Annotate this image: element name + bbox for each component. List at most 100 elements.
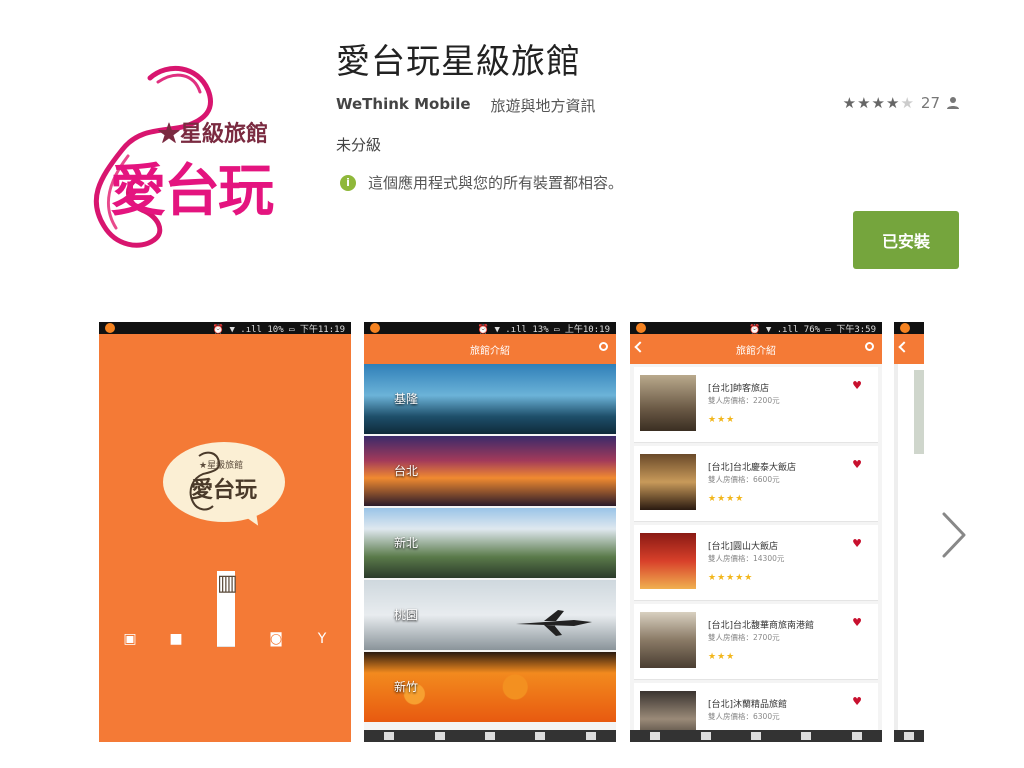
hotel-price: 雙人房價格：2700元: [708, 633, 780, 642]
heart-icon: ♥: [852, 695, 862, 708]
bottom-nav: [364, 730, 616, 742]
hotel-price: 雙人房價格：14300元: [708, 554, 785, 563]
status-bar: [894, 322, 924, 334]
heart-icon: ♥: [852, 616, 862, 629]
info-icon: i: [340, 174, 356, 191]
app-bar: [894, 334, 924, 364]
back-icon: [634, 341, 646, 353]
screenshot-partial[interactable]: [894, 322, 924, 742]
installed-button[interactable]: 已安裝: [853, 211, 959, 269]
cocktail-icon: Y: [317, 631, 327, 647]
status-text: ⏰ ▼ .ıll 13% ▭ 上午10:19: [477, 324, 610, 335]
hotel-thumbnail: [640, 454, 696, 510]
hotel-thumbnail: [640, 375, 696, 431]
region-label: 新竹: [394, 680, 419, 694]
more-icon: [585, 732, 596, 740]
compatibility-notice: i 這個應用程式與您的所有裝置都相容。: [340, 172, 623, 193]
app-bar: 旅館介紹: [630, 334, 882, 364]
more-icon: [851, 732, 862, 740]
search-icon: [865, 342, 874, 351]
region-tile: 台北: [364, 436, 616, 506]
hotel-name: [台北]帥客旅店: [708, 384, 770, 394]
chevron-right-icon[interactable]: [940, 510, 968, 560]
hotel-list-item: [台北]帥客旅店 雙人房價格：2200元 ★★★ ♥: [634, 367, 878, 443]
hotel-stars: ★★★★: [708, 494, 745, 504]
hotel-name: [台北]台北慶泰大飯店: [708, 463, 797, 473]
hotel-photo: [914, 370, 924, 454]
app-logo: ★星級旅館 愛台玩: [58, 60, 308, 256]
category-link[interactable]: 旅遊與地方資訊: [491, 95, 596, 116]
bubble-subtitle: ★星級旅館: [199, 461, 244, 471]
splash-icon-row: ▣ ■ ▥ ◙ Y: [121, 568, 331, 647]
rating-stars-filled: ★★★★: [842, 94, 901, 112]
logo-subtitle: ★星級旅館: [158, 121, 269, 147]
notification-icon: [636, 323, 646, 333]
region-tile: 新竹: [364, 652, 616, 722]
region-label: 台北: [394, 464, 419, 478]
hotel-price: 雙人房價格：2200元: [708, 396, 780, 405]
compatibility-text: 這個應用程式與您的所有裝置都相容。: [368, 174, 624, 192]
home-icon: [384, 732, 395, 740]
screenshot-regions[interactable]: ⏰ ▼ .ıll 13% ▭ 上午10:19 旅館介紹 基隆 台北 新北 桃園 …: [364, 322, 616, 742]
logo-title: 愛台玩: [110, 159, 274, 224]
region-tile: 新北: [364, 508, 616, 578]
region-tile: 桃園: [364, 580, 616, 650]
region-label: 桃園: [394, 608, 419, 622]
notification-icon: [105, 323, 115, 333]
notification-icon: [900, 323, 910, 333]
rating-stars-empty: ★: [900, 94, 915, 112]
hotel-name: [台北]沐蘭精品旅館: [708, 700, 788, 710]
hotel-stars: ★★★: [708, 415, 736, 425]
status-text: ⏰ ▼ .ıll 10% ▭ 下午11:19: [212, 324, 345, 335]
hotel-list-item: [台北]台北馥華商旅南港館 雙人房價格：2700元 ★★★ ♥: [634, 604, 878, 680]
hotel-stars: ★★★★★: [708, 573, 754, 583]
content-rating: 未分級: [336, 136, 382, 154]
rating-summary: ★★★★★ 27: [843, 94, 960, 112]
bubble-title: 愛台玩: [191, 478, 258, 503]
food-icon: ▣: [123, 631, 137, 647]
hotel-thumbnail: [640, 612, 696, 668]
home-icon: [650, 732, 661, 740]
developer-link[interactable]: WeThink Mobile: [336, 95, 471, 116]
region-label: 基隆: [394, 392, 419, 406]
airplane-icon: [516, 610, 592, 636]
screenshot-hotel-list[interactable]: ⏰ ▼ .ıll 76% ▭ 下午3:59 旅館介紹 [台北]帥客旅店 雙人房價…: [630, 322, 882, 742]
status-bar: ⏰ ▼ .ıll 10% ▭ 下午11:19: [99, 322, 351, 335]
heart-icon: ♥: [852, 537, 862, 550]
heart-icon: ♥: [852, 458, 862, 471]
notification-icon: [370, 323, 380, 333]
hotel-stars: ★★★: [708, 652, 736, 662]
camera-icon: ◙: [269, 631, 283, 647]
status-text: ⏰ ▼ .ıll 76% ▭ 下午3:59: [749, 324, 876, 335]
screenshot-splash[interactable]: ⏰ ▼ .ıll 10% ▭ 下午11:19 ★星級旅館 愛台玩 ▣ ■ ▥ ◙…: [99, 322, 351, 742]
app-bar-title: 旅館介紹: [736, 345, 776, 357]
bottom-nav: [894, 730, 924, 742]
app-title: 愛台玩星級旅館: [336, 42, 581, 82]
rating-count: 27: [920, 94, 940, 112]
heart-icon: ♥: [852, 379, 862, 392]
hotel-list-item: [台北]台北慶泰大飯店 雙人房價格：6600元 ★★★★ ♥: [634, 446, 878, 522]
status-bar: ⏰ ▼ .ıll 13% ▭ 上午10:19: [364, 322, 616, 335]
list-icon: [750, 732, 761, 740]
region-label: 新北: [394, 536, 419, 550]
luggage-icon: ■: [169, 631, 183, 647]
back-icon: [898, 341, 910, 353]
person-icon: [535, 732, 546, 740]
speech-bubble-logo: ★星級旅館 愛台玩: [163, 442, 285, 522]
hotel-name: [台北]圓山大飯店: [708, 542, 779, 552]
hotel-price: 雙人房價格：6300元: [708, 712, 780, 721]
hotel-list-item: [台北]圓山大飯店 雙人房價格：14300元 ★★★★★ ♥: [634, 525, 878, 601]
app-bar-title: 旅館介紹: [470, 345, 510, 357]
hotel-price: 雙人房價格：6600元: [708, 475, 780, 484]
hotel-icon: ▥: [217, 571, 238, 647]
map-icon: [700, 732, 711, 740]
app-bar: 旅館介紹: [364, 334, 616, 364]
rating-stars: ★★★★★: [843, 94, 915, 112]
person-icon: [801, 732, 812, 740]
region-tile: 基隆: [364, 364, 616, 434]
bottom-nav: [630, 730, 882, 742]
home-icon: [904, 732, 914, 740]
hotel-name: [台北]台北馥華商旅南港館: [708, 621, 815, 631]
list-icon: [484, 732, 495, 740]
hotel-thumbnail: [640, 533, 696, 589]
